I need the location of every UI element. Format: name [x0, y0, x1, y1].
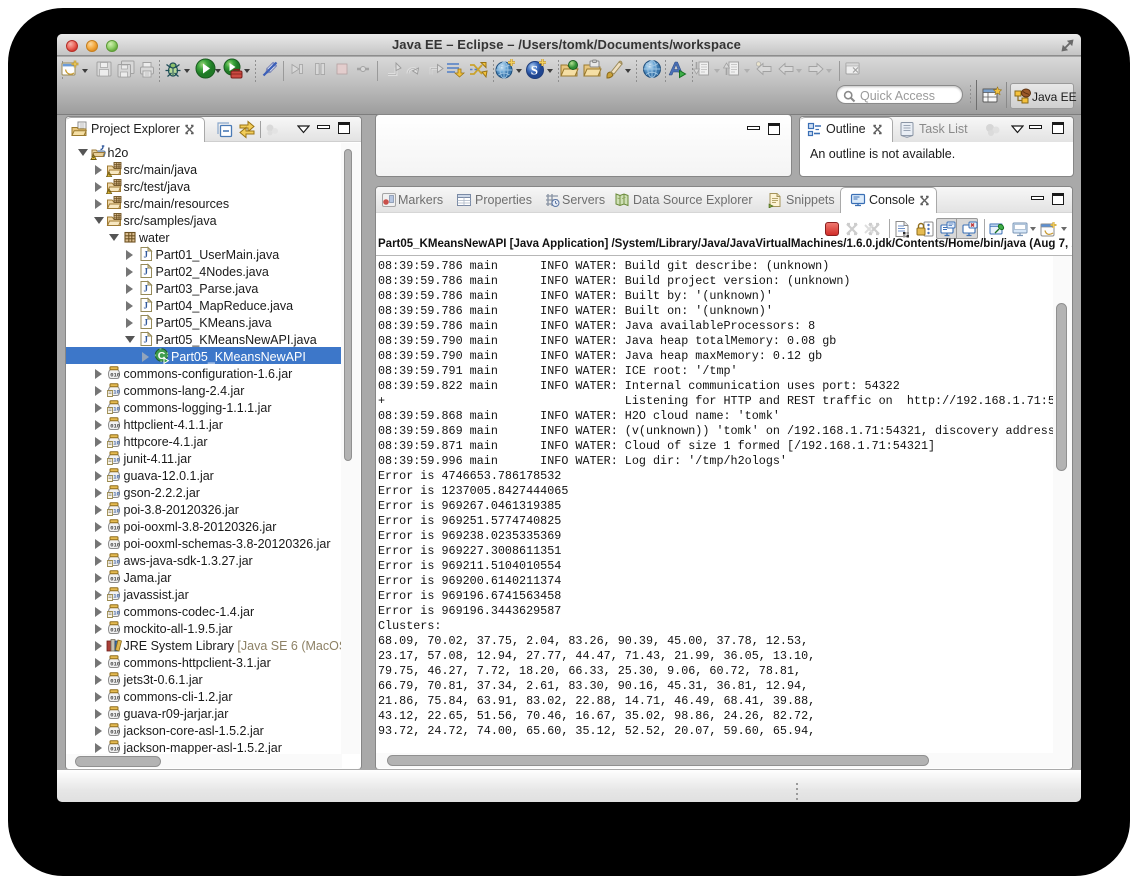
svg-text:010: 010 — [110, 694, 120, 701]
svg-text:S: S — [531, 62, 538, 77]
svg-text:010: 010 — [110, 660, 120, 667]
svg-text:J: J — [144, 300, 149, 310]
svg-text:J: J — [144, 249, 149, 259]
svg-text:10: 10 — [113, 592, 120, 599]
svg-text:010: 010 — [110, 711, 120, 718]
svg-text:010: 010 — [110, 728, 120, 735]
svg-text:010: 010 — [110, 524, 120, 531]
svg-text:010: 010 — [110, 541, 120, 548]
svg-text:010: 010 — [110, 626, 120, 633]
svg-text:10: 10 — [113, 609, 120, 616]
svg-text:010: 010 — [110, 677, 120, 684]
svg-text:10: 10 — [113, 456, 120, 463]
svg-text:10: 10 — [113, 558, 120, 565]
svg-text:10: 10 — [113, 507, 120, 514]
svg-text:010: 010 — [110, 422, 120, 429]
svg-text:10: 10 — [113, 388, 120, 395]
svg-text:J: J — [144, 317, 149, 327]
svg-text:010: 010 — [110, 575, 120, 582]
svg-text:J: J — [144, 283, 149, 293]
svg-text:10: 10 — [113, 405, 120, 412]
svg-text:010: 010 — [110, 745, 120, 752]
svg-text:J: J — [144, 334, 149, 344]
svg-text:10: 10 — [113, 439, 120, 446]
svg-text:J: J — [144, 266, 149, 276]
svg-text:10: 10 — [113, 490, 120, 497]
svg-text:10: 10 — [113, 473, 120, 480]
svg-text:010: 010 — [110, 371, 120, 378]
